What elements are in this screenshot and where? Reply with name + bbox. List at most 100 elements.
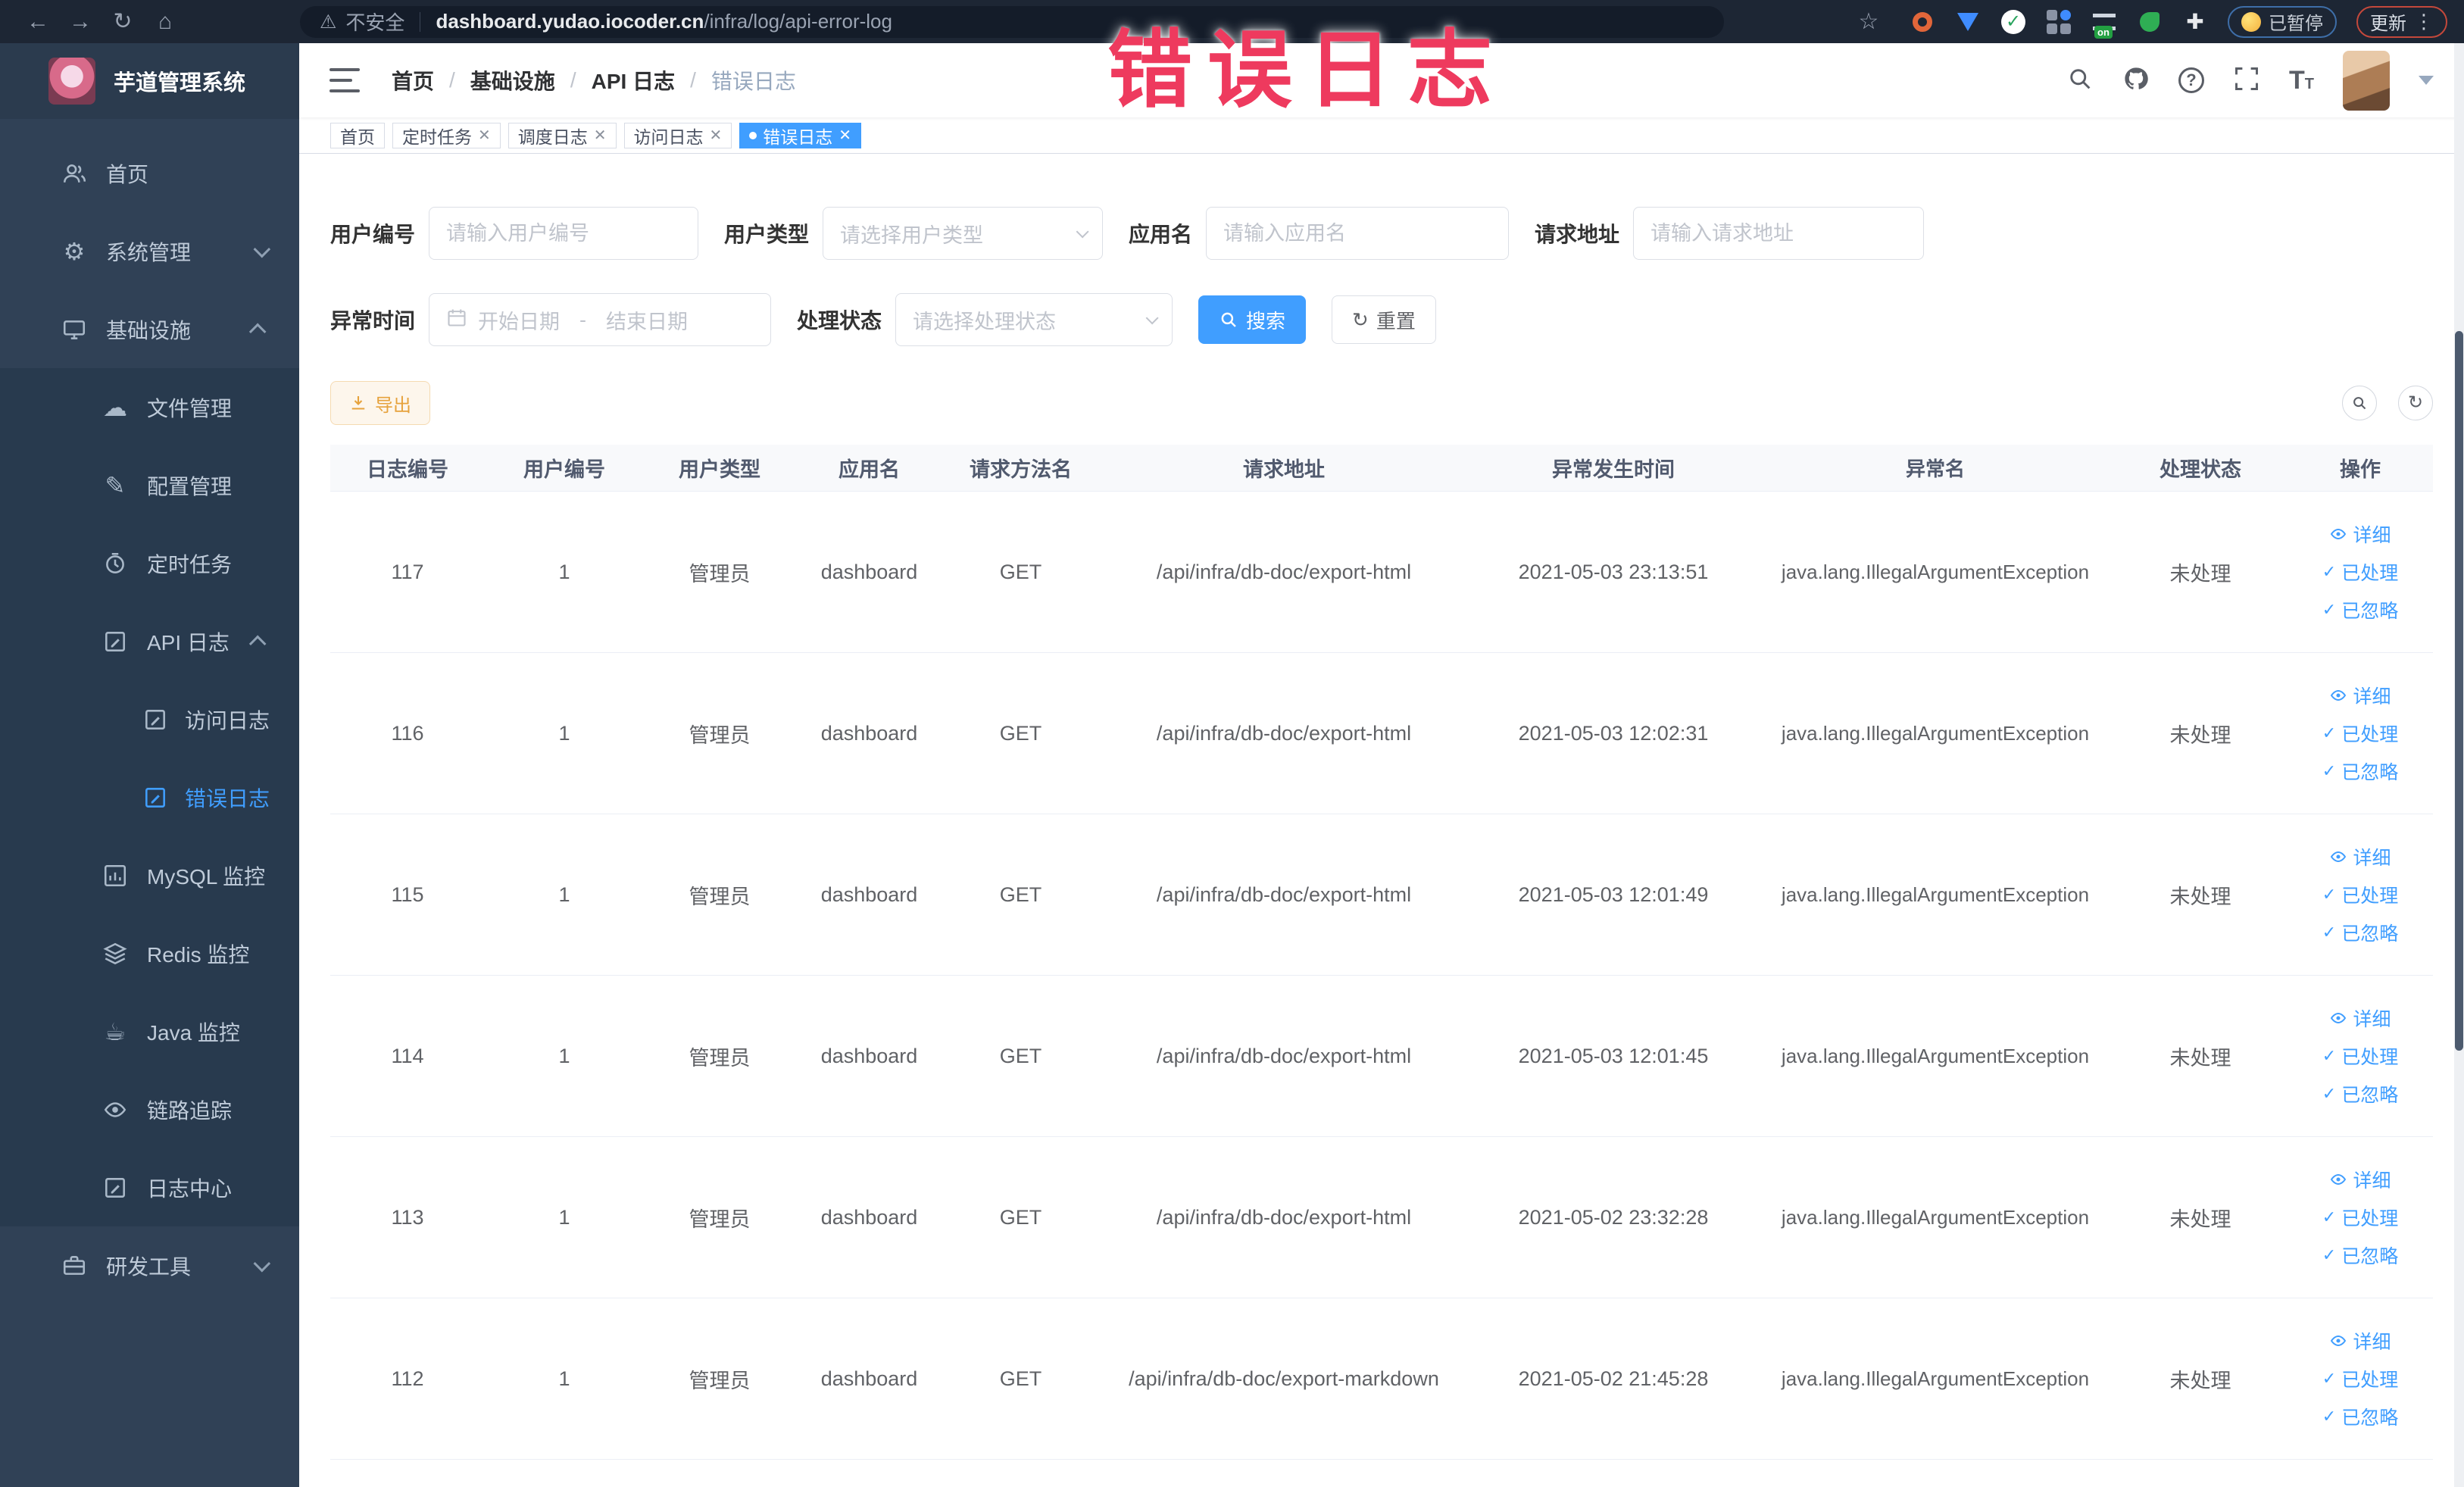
browser-reload-icon[interactable]: ↻ xyxy=(101,8,144,35)
cell-url: /api/infra/db-doc/export-html xyxy=(1156,883,1412,906)
sidebar-item-dev-tools[interactable]: 研发工具 xyxy=(0,1226,299,1304)
sidebar-toggle-icon[interactable] xyxy=(329,68,360,92)
close-icon[interactable]: ✕ xyxy=(478,126,491,145)
app-name-input[interactable] xyxy=(1206,207,1510,260)
sidebar-item-system-mgmt[interactable]: ⚙ 系统管理 xyxy=(0,212,299,290)
refresh-icon: ↻ xyxy=(1352,308,1369,331)
cell-user-id: 1 xyxy=(558,883,570,906)
sidebar-item-file-mgmt[interactable]: ☁ 文件管理 xyxy=(0,368,299,446)
close-icon[interactable]: ✕ xyxy=(594,126,607,145)
tab-error-log[interactable]: 错误日志 ✕ xyxy=(739,122,862,148)
cell-user-id: 1 xyxy=(558,721,570,745)
header-search-icon[interactable] xyxy=(2066,65,2094,96)
tab-scheduled-jobs[interactable]: 定时任务 ✕ xyxy=(392,122,501,148)
cell-time: 2021-05-03 12:01:49 xyxy=(1518,883,1709,906)
process-status-select[interactable]: 请选择处理状态 xyxy=(895,293,1173,346)
mark-processed-link[interactable]: ✓ 已处理 xyxy=(2322,1204,2398,1231)
sidebar-item-access-log[interactable]: 访问日志 xyxy=(0,680,299,758)
sidebar-item-java-monitor[interactable]: ☕ Java 监控 xyxy=(0,992,299,1070)
detail-link[interactable]: 详细 xyxy=(2329,1327,2391,1354)
fullscreen-icon[interactable] xyxy=(2233,65,2260,96)
sidebar-item-scheduled-jobs[interactable]: 定时任务 xyxy=(0,524,299,602)
sidebar-item-home[interactable]: 首页 xyxy=(0,134,299,212)
mark-ignored-link[interactable]: ✓ 已忽略 xyxy=(2322,1242,2398,1269)
user-avatar[interactable] xyxy=(2343,50,2390,111)
browser-menu-kebab-icon[interactable]: ⋮ xyxy=(2414,10,2434,33)
detail-link[interactable]: 详细 xyxy=(2329,1166,2391,1193)
log-document-icon xyxy=(100,1175,130,1201)
scrollbar-thumb[interactable] xyxy=(2455,331,2463,1051)
sidebar-item-config-mgmt[interactable]: ✎ 配置管理 xyxy=(0,446,299,524)
cell-log-id: 114 xyxy=(391,1044,424,1067)
mark-ignored-link[interactable]: ✓ 已忽略 xyxy=(2322,1403,2398,1430)
sidebar-item-error-log[interactable]: 错误日志 xyxy=(0,758,299,836)
extension-orange-ring-icon[interactable] xyxy=(1910,9,1935,35)
cell-status: 未处理 xyxy=(2169,1046,2231,1070)
cell-status: 未处理 xyxy=(2169,885,2231,908)
extension-green-check-icon[interactable]: ✓ xyxy=(2000,9,2026,35)
avatar-caret-icon[interactable] xyxy=(2419,76,2434,85)
extensions-puzzle-icon[interactable]: ✚ xyxy=(2182,9,2208,35)
user-type-select[interactable]: 请选择用户类型 xyxy=(823,207,1104,260)
toggle-search-button[interactable] xyxy=(2342,386,2377,420)
detail-link[interactable]: 详细 xyxy=(2329,520,2391,548)
bookmark-star-icon[interactable]: ☆ xyxy=(1847,8,1890,35)
breadcrumb-api-log[interactable]: API 日志 xyxy=(592,65,675,95)
tab-access-log[interactable]: 访问日志 ✕ xyxy=(623,122,732,148)
cell-url: /api/infra/db-doc/export-markdown xyxy=(1129,1367,1439,1390)
tab-home[interactable]: 首页 xyxy=(330,122,385,148)
mark-processed-link[interactable]: ✓ 已处理 xyxy=(2322,1042,2398,1070)
vertical-scrollbar[interactable] xyxy=(2454,43,2464,1487)
chrome-update-button[interactable]: 更新 ⋮ xyxy=(2356,5,2447,38)
extension-blue-shield-icon[interactable] xyxy=(1955,9,1981,35)
sidebar-item-tracing[interactable]: 链路追踪 xyxy=(0,1070,299,1148)
close-icon[interactable]: ✕ xyxy=(710,126,723,145)
paused-badge[interactable]: 已暂停 xyxy=(2228,5,2337,38)
eye-icon xyxy=(100,1097,130,1123)
mark-ignored-link[interactable]: ✓ 已忽略 xyxy=(2322,1080,2398,1107)
sidebar-item-mysql-monitor[interactable]: MySQL 监控 xyxy=(0,836,299,914)
extension-grid-icon[interactable] xyxy=(2046,9,2072,35)
export-button[interactable]: 导出 xyxy=(330,381,430,425)
user-id-input[interactable] xyxy=(429,207,699,260)
chevron-up-icon xyxy=(248,635,267,652)
mark-processed-link[interactable]: ✓ 已处理 xyxy=(2322,558,2398,586)
mark-ignored-link[interactable]: ✓ 已忽略 xyxy=(2322,596,2398,623)
breadcrumb-infrastructure[interactable]: 基础设施 xyxy=(470,65,555,95)
refresh-table-button[interactable]: ↻ xyxy=(2398,386,2433,420)
check-icon: ✓ xyxy=(2322,600,2337,619)
sidebar-item-log-center[interactable]: 日志中心 xyxy=(0,1148,299,1226)
sidebar-item-redis-monitor[interactable]: Redis 监控 xyxy=(0,914,299,992)
reset-button[interactable]: ↻ 重置 xyxy=(1332,295,1436,344)
start-date-placeholder: 开始日期 xyxy=(478,310,561,333)
sidebar-item-api-log[interactable]: API 日志 xyxy=(0,602,299,680)
sidebar-menu: 首页 ⚙ 系统管理 基础设施 ☁ 文件管理 ✎ 配置管理 定时任务 API 日志… xyxy=(0,119,299,1304)
font-size-icon[interactable]: TT xyxy=(2289,66,2314,95)
help-icon[interactable]: ? xyxy=(2178,67,2204,93)
browser-back-icon[interactable]: ← xyxy=(17,9,59,35)
extension-on-badge-icon[interactable]: on xyxy=(2091,9,2117,39)
close-icon[interactable]: ✕ xyxy=(839,126,851,145)
github-icon[interactable] xyxy=(2122,65,2150,96)
search-button[interactable]: 搜索 xyxy=(1198,295,1307,344)
mark-ignored-link[interactable]: ✓ 已忽略 xyxy=(2322,919,2398,946)
detail-link[interactable]: 详细 xyxy=(2329,682,2391,709)
address-bar[interactable]: ⚠ 不安全 dashboard.yudao.iocoder.cn /infra/… xyxy=(300,5,1724,38)
exception-time-range-picker[interactable]: 开始日期 - 结束日期 xyxy=(429,293,772,346)
browser-forward-icon[interactable]: → xyxy=(59,9,101,35)
mark-ignored-link[interactable]: ✓ 已忽略 xyxy=(2322,758,2398,785)
mark-processed-link[interactable]: ✓ 已处理 xyxy=(2322,881,2398,908)
request-url-input[interactable] xyxy=(1633,207,1925,260)
table-body: 117 1 管理员 dashboard GET /api/infra/db-do… xyxy=(330,492,2433,1460)
cell-log-id: 112 xyxy=(391,1367,424,1390)
detail-link[interactable]: 详细 xyxy=(2329,843,2391,870)
sidebar-item-infrastructure[interactable]: 基础设施 xyxy=(0,290,299,368)
mark-processed-link[interactable]: ✓ 已处理 xyxy=(2322,720,2398,747)
breadcrumb-home[interactable]: 首页 xyxy=(392,65,434,95)
detail-link[interactable]: 详细 xyxy=(2329,1004,2391,1032)
mark-processed-link[interactable]: ✓ 已处理 xyxy=(2322,1365,2398,1392)
extension-leaf-icon[interactable] xyxy=(2137,9,2163,35)
browser-home-icon[interactable]: ⌂ xyxy=(144,9,186,35)
tab-schedule-log[interactable]: 调度日志 ✕ xyxy=(507,122,617,148)
app-logo[interactable]: 芋道管理系统 xyxy=(0,43,299,119)
